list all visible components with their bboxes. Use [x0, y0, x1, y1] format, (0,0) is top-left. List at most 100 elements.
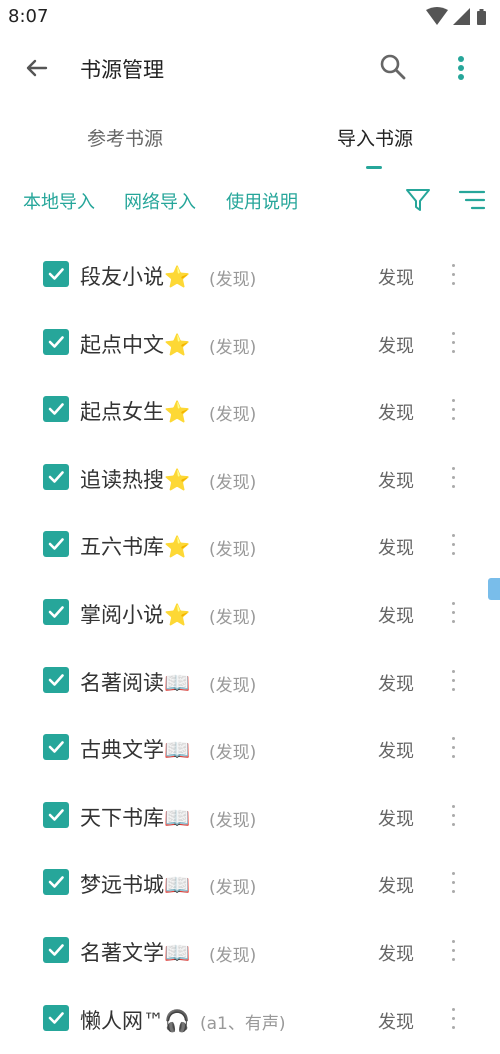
source-group: (发现) [209, 810, 257, 831]
row-more-icon[interactable] [446, 938, 462, 964]
source-group: (发现) [209, 608, 257, 628]
checkbox[interactable] [43, 801, 69, 828]
back-button[interactable] [20, 52, 52, 84]
row-more-icon[interactable] [446, 532, 462, 558]
sort-icon [458, 190, 486, 210]
more-options-button[interactable] [444, 52, 478, 86]
checkbox[interactable] [43, 666, 69, 693]
row-more-icon[interactable] [446, 330, 462, 356]
check-icon [48, 944, 64, 956]
source-name: 掌阅小说⭐ [80, 603, 191, 627]
checkbox[interactable] [43, 396, 69, 423]
tab-imported-sources[interactable]: 导入书源 [275, 124, 475, 151]
list-item[interactable]: 掌阅小说⭐ (发现) 发现 [0, 580, 500, 648]
sort-button[interactable] [456, 186, 488, 214]
tab-indicator [366, 166, 382, 169]
list-item[interactable]: 名著阅读📖 (发现) 发现 [0, 648, 500, 716]
checkbox[interactable] [43, 869, 69, 896]
checkbox[interactable] [43, 734, 69, 761]
list-item[interactable]: 追读热搜⭐ (发现) 发现 [0, 445, 500, 513]
filter-icon [406, 189, 430, 211]
source-name: 天下书库📖 [80, 805, 191, 830]
import-toolbar: 本地导入 网络导入 使用说明 [0, 178, 500, 222]
check-icon [48, 1011, 64, 1024]
search-button[interactable] [378, 52, 408, 82]
list-item[interactable]: 懒人网™🎧 (a1、有声) 发现 [0, 986, 500, 1054]
explore-button[interactable]: 发现 [378, 264, 414, 290]
check-icon [48, 403, 64, 415]
row-more-icon[interactable] [446, 668, 462, 694]
source-name: 名著文学📖 [80, 941, 191, 965]
explore-button[interactable]: 发现 [378, 737, 414, 763]
explore-button[interactable]: 发现 [378, 467, 414, 493]
list-item[interactable]: 梦远书城📖 (发现) 发现 [0, 850, 500, 918]
explore-button[interactable]: 发现 [378, 332, 414, 358]
row-more-icon[interactable] [446, 397, 462, 423]
source-group: (发现) [209, 946, 257, 966]
app-bar: 书源管理 [0, 36, 500, 100]
source-name: 梦远书城📖 [80, 873, 191, 898]
check-icon [48, 673, 64, 686]
explore-button[interactable]: 发现 [378, 534, 414, 560]
instructions-link[interactable]: 使用说明 [226, 188, 298, 214]
explore-button[interactable]: 发现 [378, 805, 414, 831]
checkbox[interactable] [43, 599, 69, 625]
row-more-icon[interactable] [446, 803, 462, 829]
check-icon [48, 335, 64, 348]
explore-button[interactable]: 发现 [378, 399, 414, 425]
row-more-icon[interactable] [446, 870, 462, 896]
check-icon [48, 268, 64, 280]
checkbox[interactable] [43, 261, 69, 287]
signal-icon [453, 8, 470, 25]
checkbox[interactable] [43, 1004, 69, 1031]
explore-button[interactable]: 发现 [378, 872, 414, 898]
source-group: (发现) [209, 405, 257, 426]
source-group: (发现) [209, 337, 257, 358]
list-item[interactable]: 五六书库⭐ (发现) 发现 [0, 512, 500, 580]
checkbox[interactable] [43, 328, 69, 355]
more-vert-icon [458, 56, 464, 80]
source-group: (发现) [209, 540, 257, 561]
list-item[interactable]: 起点女生⭐ (发现) 发现 [0, 377, 500, 445]
checkbox[interactable] [43, 937, 69, 963]
floating-edge-handle[interactable] [488, 578, 500, 600]
filter-button[interactable] [404, 186, 432, 214]
source-group: (发现) [209, 878, 257, 899]
source-name: 名著阅读📖 [80, 670, 191, 695]
list-item[interactable]: 段友小说⭐ (发现) 发现 [0, 242, 500, 310]
row-more-icon[interactable] [446, 735, 462, 761]
source-group: (发现) [209, 472, 257, 493]
list-item[interactable]: 天下书库📖 (发现) 发现 [0, 783, 500, 851]
source-group: (发现) [209, 743, 257, 764]
check-icon [48, 808, 64, 821]
row-more-icon[interactable] [446, 600, 462, 626]
list-item[interactable]: 起点中文⭐ (发现) 发现 [0, 310, 500, 378]
explore-button[interactable]: 发现 [378, 1008, 414, 1034]
source-name: 五六书库⭐ [80, 535, 191, 560]
tab-reference-sources[interactable]: 参考书源 [25, 124, 225, 151]
source-group: (发现) [209, 675, 257, 696]
status-bar: 8:07 [0, 0, 500, 36]
status-time: 8:07 [8, 6, 49, 27]
source-name: 段友小说⭐ [80, 265, 191, 289]
list-item[interactable]: 古典文学📖 (发现) 发现 [0, 715, 500, 783]
page-title: 书源管理 [80, 58, 164, 82]
explore-button[interactable]: 发现 [378, 602, 414, 628]
explore-button[interactable]: 发现 [378, 670, 414, 696]
check-icon [48, 741, 64, 753]
explore-button[interactable]: 发现 [378, 940, 414, 966]
row-more-icon[interactable] [446, 1006, 462, 1032]
check-icon [48, 470, 64, 483]
checkbox[interactable] [43, 463, 69, 490]
row-more-icon[interactable] [446, 262, 462, 288]
status-icons [426, 7, 490, 27]
network-import-link[interactable]: 网络导入 [124, 188, 196, 214]
tab-bar: 参考书源 导入书源 [0, 110, 500, 174]
list-item[interactable]: 名著文学📖 (发现) 发现 [0, 918, 500, 986]
source-name: 古典文学📖 [80, 738, 191, 763]
source-name: 懒人网™🎧 [80, 1008, 191, 1033]
search-icon [380, 54, 406, 80]
local-import-link[interactable]: 本地导入 [23, 188, 95, 214]
row-more-icon[interactable] [446, 465, 462, 491]
checkbox[interactable] [43, 531, 69, 558]
